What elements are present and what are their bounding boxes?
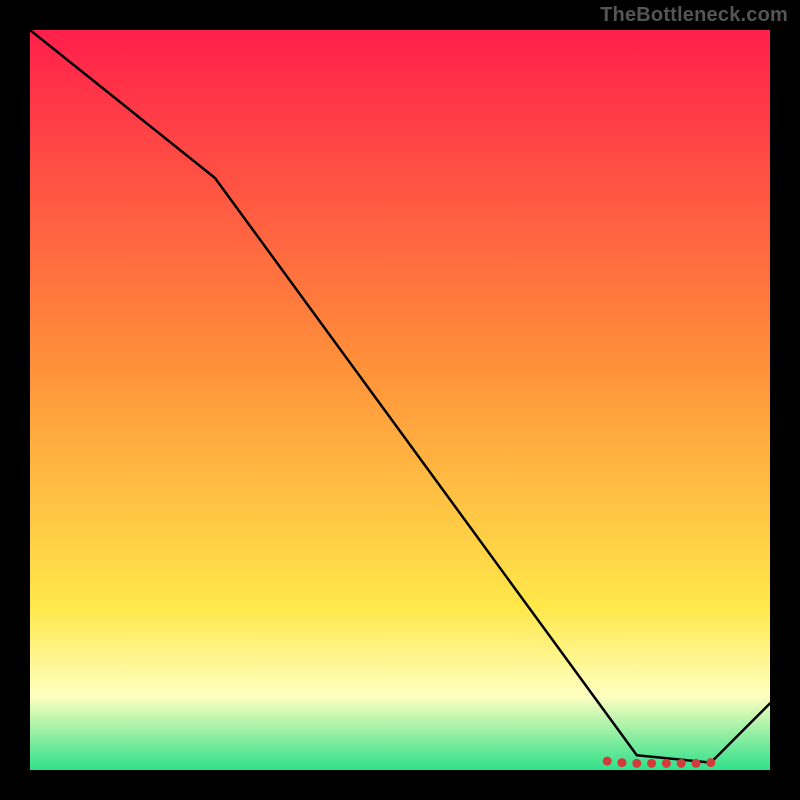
chart-dot: [618, 758, 627, 767]
chart-container: TheBottleneck.com: [0, 0, 800, 800]
chart-dot: [632, 759, 641, 768]
chart-dot: [603, 757, 612, 766]
chart-dot: [647, 759, 656, 768]
chart-dot: [677, 759, 686, 768]
chart-dot: [662, 759, 671, 768]
chart-dot: [706, 758, 715, 767]
watermark-text: TheBottleneck.com: [600, 4, 788, 27]
chart-svg: [30, 30, 770, 770]
plot-area: [30, 30, 770, 770]
gradient-background: [30, 30, 770, 770]
chart-dot: [692, 759, 701, 768]
